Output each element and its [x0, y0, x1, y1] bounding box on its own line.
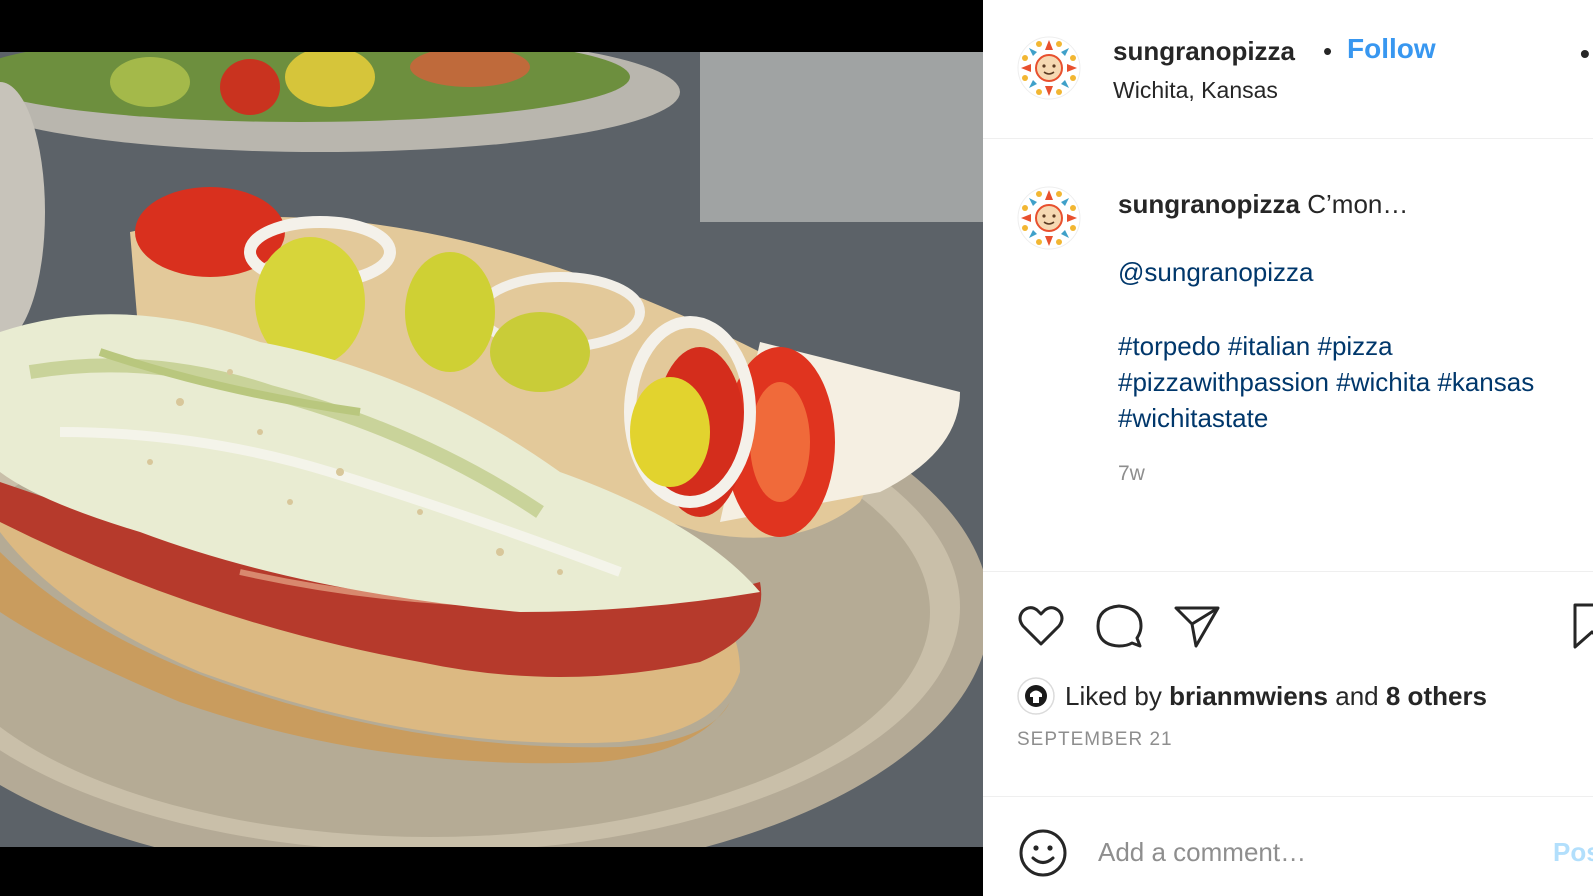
caption-hashtags: #torpedo #italian #pizza #pizzawithpassi… [1118, 328, 1593, 436]
caption-text: C’mon… [1307, 189, 1409, 219]
header-username[interactable]: sungranopizza [1113, 36, 1295, 67]
heart-icon[interactable] [1015, 600, 1067, 652]
hashtags-line-1[interactable]: #torpedo #italian #pizza [1118, 328, 1593, 364]
liked-by-others[interactable]: 8 others [1386, 681, 1487, 712]
comment-box: Post [983, 796, 1593, 896]
caption-text-line: sungranopizza C’mon… [1118, 186, 1593, 222]
liked-by-user[interactable]: brianmwiens [1169, 681, 1328, 712]
caption-age[interactable]: 7w [1118, 462, 1145, 486]
post-media [0, 0, 983, 896]
post-date[interactable]: SEPTEMBER 21 [1017, 729, 1173, 751]
caption-username[interactable]: sungranopizza [1118, 189, 1300, 219]
header-separator: • [1323, 36, 1333, 66]
post-header: sungranopizza • Follow Wichita, Kansas • [983, 0, 1593, 139]
header-location[interactable]: Wichita, Kansas [1113, 77, 1278, 104]
comment-input[interactable] [1098, 827, 1528, 877]
follow-button[interactable]: Follow [1347, 33, 1436, 65]
caption-mention[interactable]: @sungranopizza [1118, 257, 1314, 288]
share-icon[interactable] [1171, 600, 1223, 652]
hashtags-line-2[interactable]: #pizzawithpassion #wichita #kansas [1118, 364, 1593, 400]
caption-section: sungranopizza C’mon… @sungranopizza #tor… [983, 140, 1593, 570]
post-panel: sungranopizza • Follow Wichita, Kansas • [983, 0, 1593, 896]
hashtags-line-3[interactable]: #wichitastate [1118, 400, 1593, 436]
liked-by-prefix: Liked by [1065, 680, 1162, 711]
post-photo[interactable] [0, 52, 983, 847]
comment-icon[interactable] [1093, 600, 1145, 652]
post-comment-button[interactable]: Post [1553, 837, 1593, 868]
more-options-icon[interactable]: • [1580, 38, 1592, 70]
profile-avatar-icon[interactable] [1017, 36, 1081, 100]
liker-avatar-icon[interactable] [1017, 677, 1055, 715]
likes-summary: Liked by brianmwiens and 8 others [1017, 676, 1487, 716]
bookmark-icon[interactable] [1569, 600, 1593, 652]
emoji-icon[interactable] [1017, 827, 1069, 879]
actions-section: Liked by brianmwiens and 8 others SEPTEM… [983, 571, 1593, 795]
caption-avatar-icon[interactable] [1017, 186, 1081, 250]
liked-by-and: and [1335, 680, 1379, 711]
sandwich-photo [0, 52, 983, 847]
